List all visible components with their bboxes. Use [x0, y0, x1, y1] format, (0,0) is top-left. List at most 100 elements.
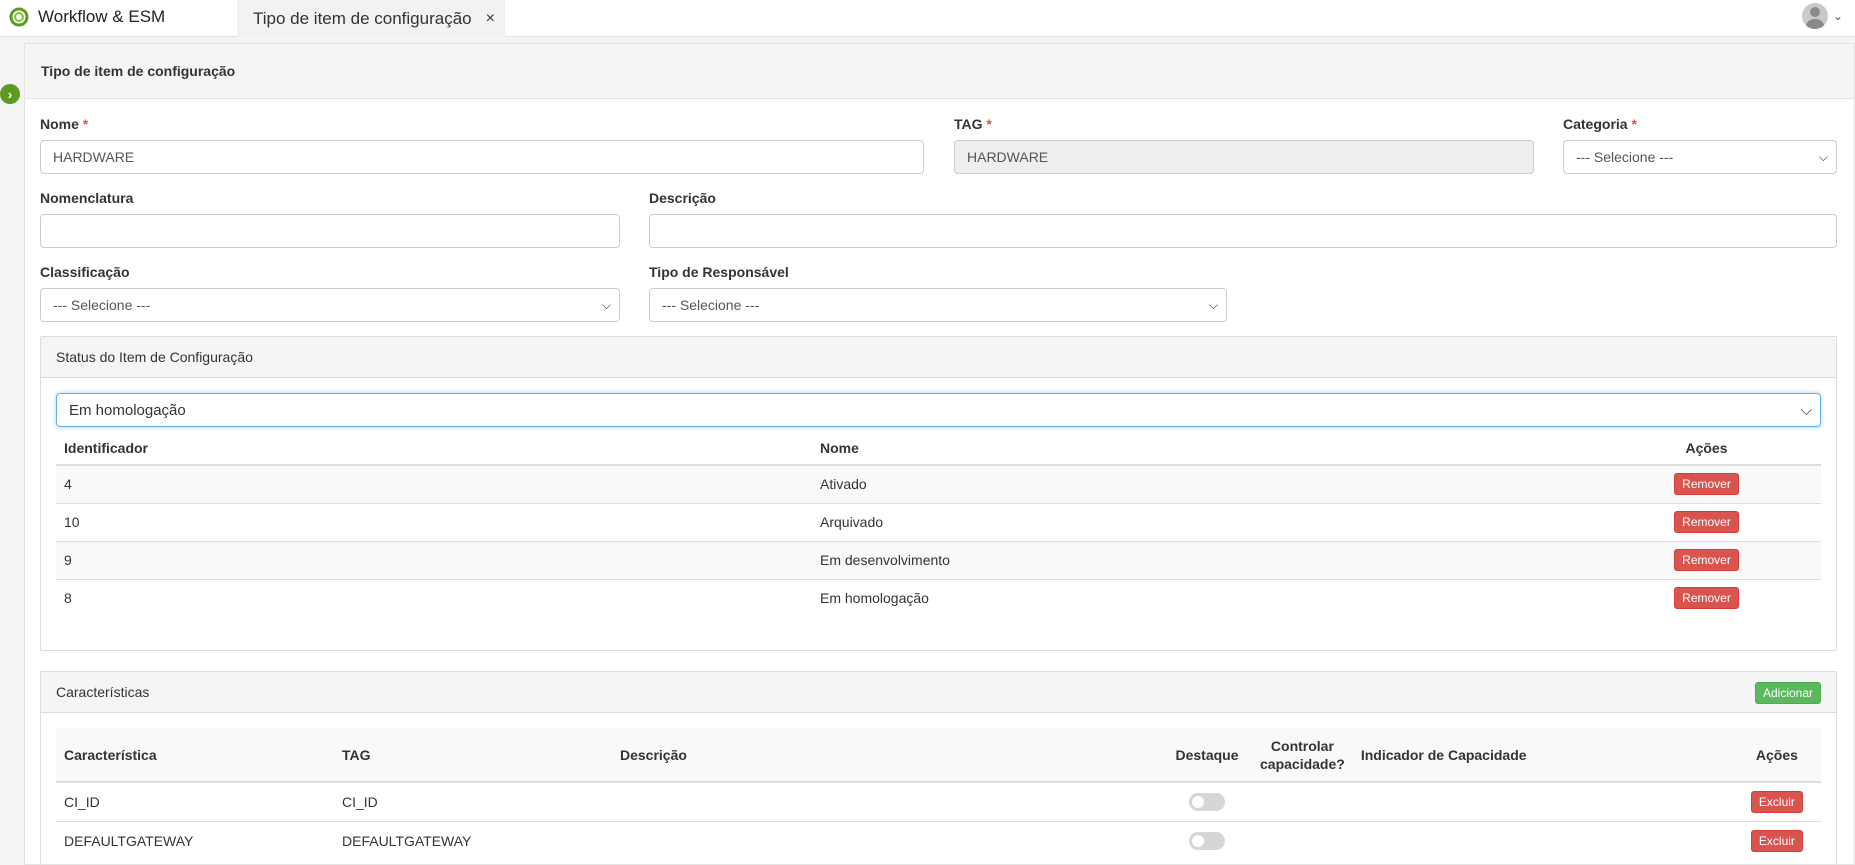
- cell-acoes: Excluir: [1732, 781, 1821, 821]
- cell-caracteristica: CI_ID: [56, 781, 334, 821]
- chevron-down-icon[interactable]: ⌄: [1833, 9, 1843, 23]
- table-row: 10 Arquivado Remover: [56, 502, 1821, 541]
- status-panel-title: Status do Item de Configuração: [41, 337, 1836, 378]
- status-table: Identificador Nome Ações 4 Ativado Remov…: [56, 432, 1821, 617]
- tipo-responsavel-selected: --- Selecione ---: [662, 297, 760, 313]
- nome-input-value: HARDWARE: [53, 149, 135, 165]
- categoria-selected: --- Selecione ---: [1576, 149, 1674, 165]
- col-destaque: Destaque: [1162, 728, 1252, 783]
- top-bar: Workflow & ESM Tipo de item de configura…: [0, 0, 1855, 37]
- cell-tag: CI_ID: [334, 781, 612, 821]
- table-row: 8 Em homologação Remover: [56, 578, 1821, 617]
- cell-id: 10: [56, 502, 812, 541]
- cell-acoes: Remover: [1592, 578, 1821, 617]
- brand[interactable]: Workflow & ESM: [8, 6, 165, 28]
- nome-input[interactable]: HARDWARE: [40, 140, 924, 174]
- cell-acoes: Excluir: [1732, 820, 1821, 860]
- col-controlar-line2: capacidade?: [1260, 755, 1345, 772]
- classificacao-label: Classificação: [40, 264, 130, 280]
- workflow-logo-icon: [9, 7, 29, 27]
- cell-indicador: [1352, 781, 1733, 821]
- tag-label-text: TAG: [954, 116, 983, 132]
- table-row: 4 Ativado Remover: [56, 464, 1821, 503]
- col-acoes: Ações: [1592, 432, 1821, 466]
- cell-tag: DEFAULTGATEWAY: [334, 820, 612, 860]
- user-menu[interactable]: ⌄: [1801, 3, 1843, 29]
- sidebar-expand-button[interactable]: ›: [0, 84, 20, 104]
- remover-button[interactable]: Remover: [1674, 511, 1739, 533]
- cell-acoes: Remover: [1592, 502, 1821, 541]
- cell-descricao: [612, 781, 1162, 821]
- categoria-label: Categoria *: [1563, 116, 1637, 132]
- excluir-button[interactable]: Excluir: [1750, 829, 1803, 852]
- col-caracteristica: Característica: [56, 728, 334, 783]
- descricao-label: Descrição: [649, 190, 716, 206]
- cell-id: 4: [56, 464, 812, 503]
- cell-acoes: Remover: [1592, 540, 1821, 579]
- cell-controlar: [1252, 820, 1353, 860]
- tag-label: TAG *: [954, 116, 992, 132]
- required-mark: *: [1631, 116, 1637, 132]
- app-name: Workflow & ESM: [38, 7, 166, 26]
- main-panel: Tipo de item de configuração Nome * HARD…: [24, 43, 1855, 865]
- caracteristicas-title: Características: [56, 684, 150, 700]
- col-tag: TAG: [334, 728, 612, 783]
- tab-label: Tipo de item de configuração: [253, 8, 472, 28]
- destaque-toggle[interactable]: [1189, 792, 1225, 811]
- remover-button[interactable]: Remover: [1674, 587, 1739, 610]
- categoria-select[interactable]: --- Selecione --- ⌵: [1563, 140, 1837, 174]
- col-identificador: Identificador: [56, 432, 812, 466]
- classificacao-selected: --- Selecione ---: [53, 297, 151, 313]
- cell-indicador: [1352, 820, 1733, 860]
- cell-caracteristica: DEFAULTGATEWAY: [56, 820, 334, 860]
- categoria-label-text: Categoria: [1563, 116, 1628, 132]
- chevron-down-icon: ⌵: [601, 297, 611, 312]
- chevron-down-icon: ⌵: [1208, 297, 1218, 312]
- tipo-responsavel-label: Tipo de Responsável: [649, 264, 789, 280]
- destaque-toggle[interactable]: [1189, 831, 1225, 850]
- required-mark: *: [82, 116, 89, 132]
- cell-controlar: [1252, 781, 1353, 821]
- descricao-input[interactable]: [649, 214, 1837, 248]
- chevron-right-icon: ›: [7, 86, 13, 102]
- col-descricao: Descrição: [612, 728, 1162, 783]
- tab-tipo-item-configuracao[interactable]: Tipo de item de configuração ×: [237, 0, 505, 37]
- excluir-button[interactable]: Excluir: [1750, 790, 1803, 813]
- col-controlar-line1: Controlar: [1270, 737, 1334, 754]
- page-title: Tipo de item de configuração: [25, 44, 1854, 99]
- caracteristicas-panel-title: Características: [41, 672, 1836, 713]
- nomenclatura-input[interactable]: [40, 214, 620, 248]
- required-mark: *: [986, 116, 992, 132]
- cell-nome: Ativado: [812, 464, 1592, 503]
- cell-descricao: [612, 820, 1162, 860]
- cell-id: 9: [56, 540, 812, 579]
- cell-nome: Arquivado: [812, 502, 1592, 541]
- classificacao-select[interactable]: --- Selecione --- ⌵: [40, 288, 620, 322]
- nomenclatura-label: Nomenclatura: [40, 190, 134, 206]
- nome-label-text: Nome: [40, 116, 79, 132]
- remover-button[interactable]: Remover: [1674, 473, 1739, 496]
- adicionar-button[interactable]: Adicionar: [1754, 682, 1821, 704]
- status-selected: Em homologação: [69, 401, 186, 419]
- table-row: 9 Em desenvolvimento Remover: [56, 540, 1821, 579]
- caracteristicas-panel: Características Adicionar Característica…: [40, 671, 1837, 864]
- user-avatar-icon[interactable]: [1801, 3, 1828, 29]
- nome-label: Nome *: [40, 116, 88, 132]
- cell-destaque: [1162, 820, 1252, 860]
- tag-input: HARDWARE: [954, 140, 1534, 174]
- table-row: CI_ID CI_ID Excluir: [56, 781, 1821, 821]
- tipo-responsavel-select[interactable]: --- Selecione --- ⌵: [649, 288, 1227, 322]
- close-icon[interactable]: ×: [486, 10, 495, 28]
- caracteristicas-table: Característica TAG Descrição Destaque Co…: [56, 728, 1821, 860]
- status-panel: Status do Item de Configuração Em homolo…: [40, 336, 1837, 651]
- col-indicador-capacidade: Indicador de Capacidade: [1352, 728, 1733, 783]
- col-acoes: Ações: [1732, 728, 1821, 783]
- chevron-down-icon: ⌵: [1818, 149, 1828, 164]
- status-select[interactable]: Em homologação ⌵: [56, 393, 1821, 427]
- cell-destaque: [1162, 781, 1252, 821]
- chevron-down-icon: ⌵: [1800, 401, 1812, 419]
- cell-id: 8: [56, 578, 812, 617]
- cell-nome: Em homologação: [812, 578, 1592, 617]
- tag-input-value: HARDWARE: [967, 149, 1049, 165]
- remover-button[interactable]: Remover: [1674, 549, 1739, 571]
